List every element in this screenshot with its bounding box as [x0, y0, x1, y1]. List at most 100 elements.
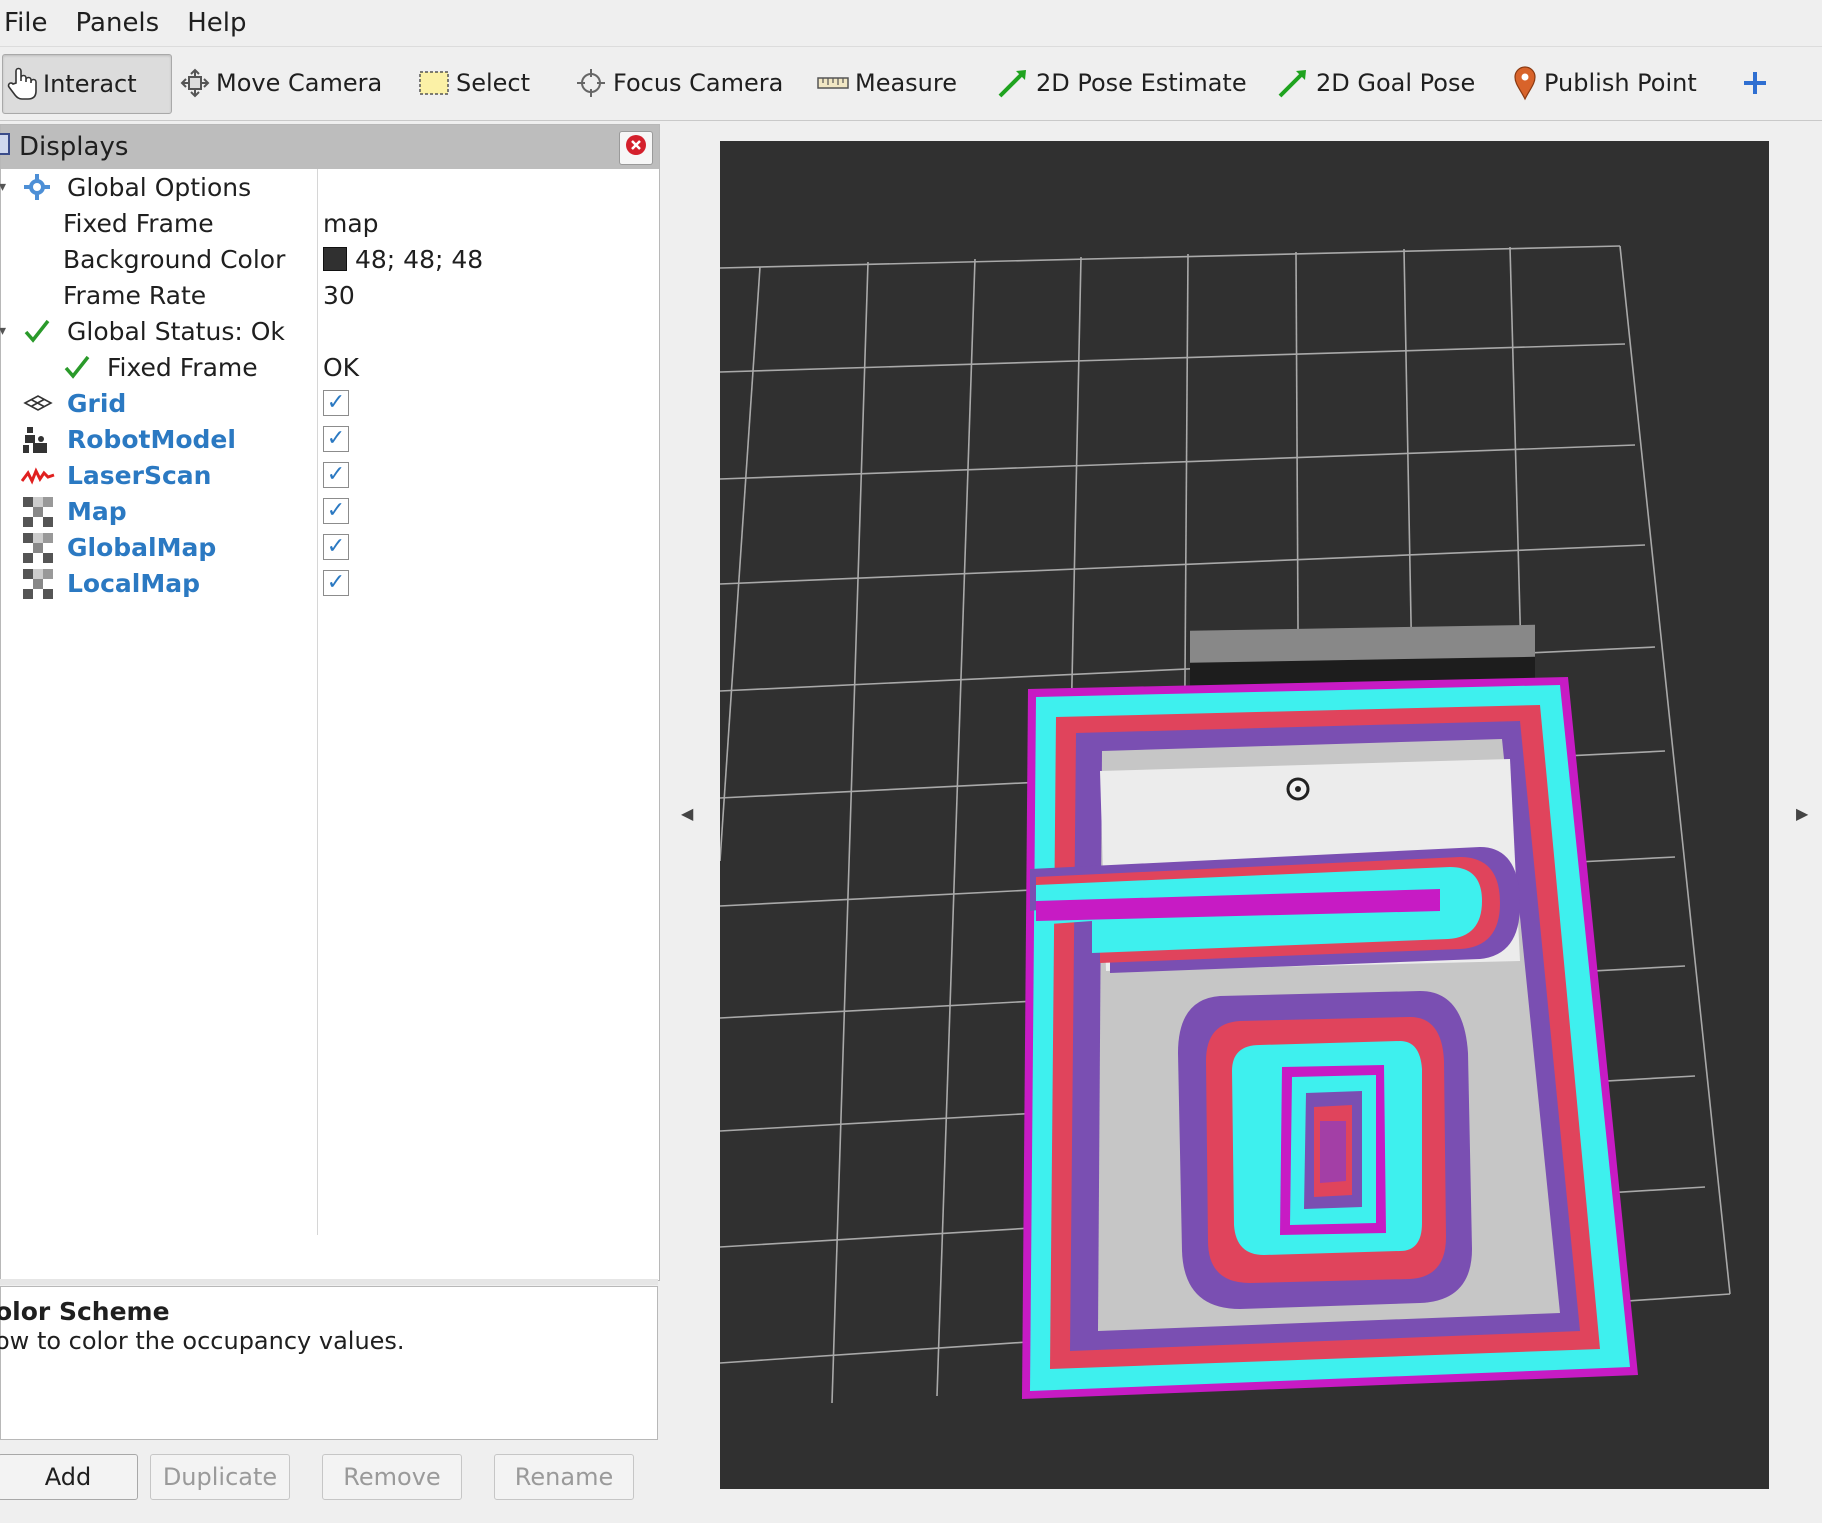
description-title: olor Scheme	[0, 1297, 170, 1326]
gear-icon	[23, 173, 51, 207]
display-enabled-checkbox[interactable]: ✓	[323, 498, 349, 524]
select-icon	[418, 69, 450, 97]
add-tool-button[interactable]	[1741, 54, 1769, 112]
plus-icon	[1741, 69, 1769, 97]
laser-scan-icon	[20, 461, 55, 495]
display-enabled-checkbox[interactable]: ✓	[323, 426, 349, 452]
fixed-frame-row[interactable]: Fixed Frame map	[1, 205, 659, 241]
3d-viewport[interactable]	[719, 141, 1769, 1489]
map-icon	[23, 497, 53, 533]
green-arrow-icon	[1276, 66, 1310, 100]
global-options-label: Global Options	[67, 172, 252, 202]
display-item-grid[interactable]: Grid ✓	[1, 385, 659, 421]
global-status-label: Global Status: Ok	[67, 316, 285, 346]
status-fixed-frame-row[interactable]: Fixed Frame OK	[1, 349, 659, 385]
displays-panel-header: Displays	[0, 125, 659, 169]
display-item-label: LocalMap	[67, 568, 201, 598]
select-tool-button[interactable]: Select	[418, 54, 530, 112]
displays-panel-title: Displays	[19, 132, 129, 162]
description-text: ow to color the occupancy values.	[0, 1327, 405, 1355]
ruler-icon	[817, 73, 849, 93]
costmap-overlay	[1022, 677, 1638, 1399]
frame-rate-label: Frame Rate	[63, 280, 207, 310]
close-icon	[625, 133, 647, 163]
display-item-label: GlobalMap	[67, 532, 217, 562]
hand-pointer-icon	[7, 67, 37, 101]
checkmark-icon	[23, 317, 51, 351]
collapse-right-arrow-icon[interactable]: ▶	[1796, 804, 1808, 823]
background-color-value[interactable]: 48; 48; 48	[323, 245, 483, 274]
checkmark-icon	[63, 353, 91, 387]
expand-arrow-icon[interactable]: ▾	[0, 179, 6, 195]
remove-display-button[interactable]: Remove	[322, 1454, 462, 1500]
display-enabled-checkbox[interactable]: ✓	[323, 570, 349, 596]
duplicate-display-button[interactable]: Duplicate	[150, 1454, 290, 1500]
toolbar: Interact Move Camera Select Focus Camera…	[0, 48, 1822, 121]
background-color-text: 48; 48; 48	[355, 244, 484, 274]
add-display-button[interactable]: Add	[0, 1454, 138, 1500]
menu-file[interactable]: File	[0, 8, 62, 38]
goal-pose-tool-button[interactable]: 2D Goal Pose	[1276, 54, 1475, 112]
checkbox-checked-icon: ✓	[323, 570, 349, 596]
select-label: Select	[456, 69, 531, 97]
display-item-label: LaserScan	[67, 460, 212, 490]
status-fixed-frame-label: Fixed Frame	[107, 352, 258, 382]
status-fixed-frame-value: OK	[323, 352, 360, 382]
pose-estimate-tool-button[interactable]: 2D Pose Estimate	[996, 54, 1247, 112]
interact-label: Interact	[43, 70, 137, 98]
background-color-label: Background Color	[63, 244, 286, 274]
display-item-laserscan[interactable]: LaserScan ✓	[1, 457, 659, 493]
color-swatch[interactable]	[323, 247, 347, 271]
display-enabled-checkbox[interactable]: ✓	[323, 462, 349, 488]
fixed-frame-text: map	[323, 208, 379, 238]
monitor-icon	[0, 130, 11, 165]
menu-panels[interactable]: Panels	[62, 8, 174, 38]
display-item-globalmap[interactable]: GlobalMap ✓	[1, 529, 659, 565]
move-camera-tool-button[interactable]: Move Camera	[180, 54, 382, 112]
checkbox-checked-icon: ✓	[323, 390, 349, 416]
focus-camera-icon	[575, 67, 607, 99]
panel-splitter-handle[interactable]	[0, 1279, 658, 1285]
close-panel-button[interactable]	[619, 131, 653, 165]
display-enabled-checkbox[interactable]: ✓	[323, 390, 349, 416]
global-status-row[interactable]: ▾ Global Status: Ok	[0, 313, 659, 351]
fixed-frame-value[interactable]: map	[323, 209, 379, 238]
background-color-row[interactable]: Background Color 48; 48; 48	[1, 241, 659, 277]
display-item-map[interactable]: Map ✓	[1, 493, 659, 529]
move-camera-icon	[180, 68, 210, 98]
frame-rate-row[interactable]: Frame Rate 30	[1, 277, 659, 313]
menu-help[interactable]: Help	[173, 8, 260, 38]
checkbox-checked-icon: ✓	[323, 534, 349, 560]
expand-arrow-icon[interactable]: ▾	[0, 323, 6, 339]
display-item-localmap[interactable]: LocalMap ✓	[1, 565, 659, 601]
menu-bar: File Panels Help	[0, 0, 1822, 47]
green-arrow-icon	[996, 66, 1030, 100]
display-item-robotmodel[interactable]: RobotModel ✓	[1, 421, 659, 457]
interact-tool-button[interactable]: Interact	[2, 54, 172, 114]
checkbox-checked-icon: ✓	[323, 498, 349, 524]
checkbox-checked-icon: ✓	[323, 462, 349, 488]
map-icon	[23, 533, 53, 569]
frame-rate-value[interactable]: 30	[323, 281, 355, 310]
displays-tree: ▾ Global Options Fixed Frame map Backgro…	[0, 169, 659, 1229]
property-description: olor Scheme ow to color the occupancy va…	[0, 1286, 658, 1440]
publish-point-tool-button[interactable]: Publish Point	[1512, 54, 1697, 112]
3d-scene[interactable]	[719, 141, 1769, 1489]
grid-icon	[23, 389, 53, 423]
checkbox-checked-icon: ✓	[323, 426, 349, 452]
collapse-left-arrow-icon[interactable]: ◀	[681, 804, 693, 823]
map-icon	[23, 569, 53, 605]
pose-estimate-label: 2D Pose Estimate	[1036, 69, 1247, 97]
robot-marker	[1286, 777, 1310, 801]
fixed-frame-label: Fixed Frame	[63, 208, 214, 238]
focus-camera-tool-button[interactable]: Focus Camera	[575, 54, 783, 112]
rename-display-button[interactable]: Rename	[494, 1454, 634, 1500]
measure-label: Measure	[855, 69, 957, 97]
global-options-row[interactable]: ▾ Global Options	[0, 169, 659, 207]
frame-rate-text: 30	[323, 280, 355, 310]
measure-tool-button[interactable]: Measure	[817, 54, 957, 112]
display-enabled-checkbox[interactable]: ✓	[323, 534, 349, 560]
focus-camera-label: Focus Camera	[613, 69, 784, 97]
display-item-label: RobotModel	[67, 424, 236, 454]
move-camera-label: Move Camera	[216, 69, 383, 97]
